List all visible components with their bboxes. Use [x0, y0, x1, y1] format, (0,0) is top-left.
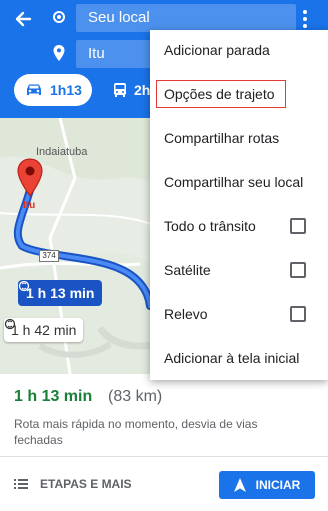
menu-item-label: Adicionar à tela inicial: [164, 350, 300, 366]
menu-item-share-routes[interactable]: Compartilhar rotas: [150, 118, 328, 162]
route-alt-label[interactable]: 1 h 42 min: [4, 318, 84, 342]
more-options-button[interactable]: [296, 6, 314, 32]
origin-marker-icon: [53, 11, 65, 23]
route-duration: 1 h 13 min: [14, 388, 93, 405]
city-label: Indaiatuba: [36, 146, 88, 158]
list-icon: [14, 479, 28, 489]
menu-item-add-to-home[interactable]: Adicionar à tela inicial: [150, 338, 328, 382]
menu-item-label: Satélite: [164, 262, 211, 278]
menu-item-label: Adicionar parada: [164, 42, 270, 58]
steps-label: ETAPAS E MAIS: [40, 477, 132, 491]
start-navigation-button[interactable]: INICIAR: [219, 471, 315, 499]
tab-driving-label: 1h13: [50, 82, 82, 98]
menu-item-terrain[interactable]: Relevo: [150, 294, 328, 338]
dot: [303, 17, 307, 21]
route-distance: (83 km): [108, 388, 163, 405]
menu-item-label: Compartilhar rotas: [164, 130, 280, 146]
menu-item-label: Todo o trânsito: [164, 218, 256, 234]
route-main-label[interactable]: 1 h 13 min: [18, 280, 103, 306]
menu-item-satellite[interactable]: Satélite: [150, 250, 328, 294]
menu-item-label: Opções de trajeto: [164, 86, 275, 102]
satellite-checkbox[interactable]: [290, 262, 306, 278]
tab-driving[interactable]: 1h13: [14, 74, 92, 106]
menu-item-label: Relevo: [164, 306, 208, 322]
divider: [0, 456, 328, 457]
toll-icon: [18, 280, 30, 292]
dot: [303, 24, 307, 28]
pin-label: Itu: [23, 200, 36, 211]
menu-item-label: Compartilhar seu local: [164, 174, 304, 190]
overflow-menu: Adicionar parada Opções de trajeto Compa…: [150, 30, 328, 380]
menu-item-add-stop[interactable]: Adicionar parada: [150, 30, 328, 74]
dot: [303, 10, 307, 14]
car-icon: [27, 84, 41, 95]
route-alt-time: 1 h 42 min: [11, 322, 77, 338]
back-button[interactable]: [8, 6, 38, 32]
traffic-checkbox[interactable]: [290, 218, 306, 234]
route-description: Rota mais rápida no momento, desvia de v…: [14, 417, 258, 447]
toll-icon: [4, 318, 16, 330]
origin-field[interactable]: Seu local: [76, 4, 296, 32]
menu-item-share-location[interactable]: Compartilhar seu local: [150, 162, 328, 206]
bus-icon: [114, 83, 126, 97]
destination-pin-icon: [52, 44, 66, 62]
route-main-time: 1 h 13 min: [26, 285, 95, 301]
destination-map-pin-icon[interactable]: [17, 158, 43, 198]
terrain-checkbox[interactable]: [290, 306, 306, 322]
start-label: INICIAR: [255, 478, 301, 492]
road-number-badge: 374: [39, 250, 59, 262]
menu-item-traffic[interactable]: Todo o trânsito: [150, 206, 328, 250]
route-summary-sheet: 1 h 13 min (83 km) Rota mais rápida no m…: [0, 374, 328, 511]
arrow-back-icon: [15, 11, 32, 27]
menu-item-route-options[interactable]: Opções de trajeto: [150, 74, 328, 118]
steps-button[interactable]: ETAPAS E MAIS: [14, 472, 132, 496]
navigation-arrow-icon: [233, 478, 246, 492]
